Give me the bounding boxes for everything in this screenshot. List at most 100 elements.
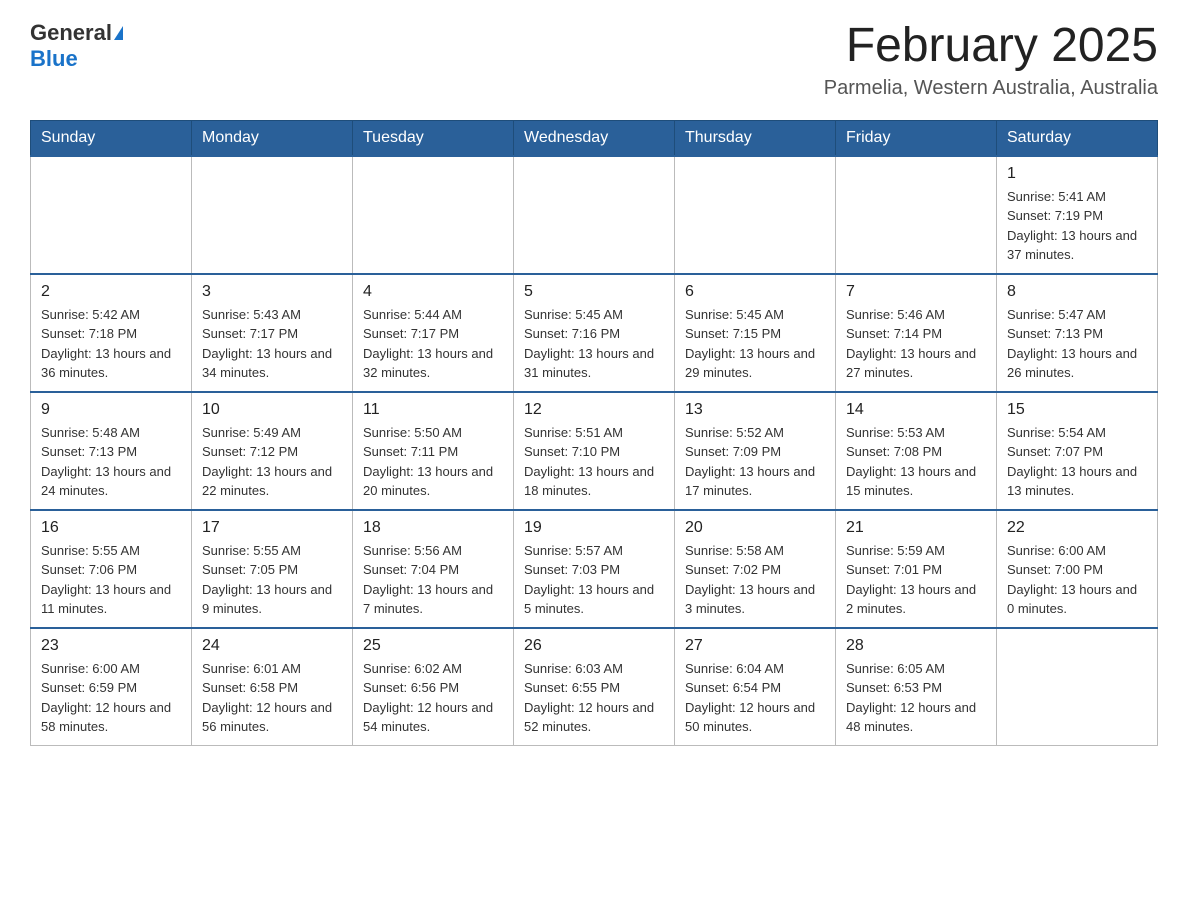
calendar-cell: 28 Sunrise: 6:05 AM Sunset: 6:53 PM Dayli…: [836, 628, 997, 746]
day-info: Sunrise: 5:59 AM Sunset: 7:01 PM Dayligh…: [846, 541, 986, 619]
day-info: Sunrise: 5:57 AM Sunset: 7:03 PM Dayligh…: [524, 541, 664, 619]
calendar-week-4: 16 Sunrise: 5:55 AM Sunset: 7:06 PM Dayli…: [31, 510, 1158, 628]
calendar-cell: 8 Sunrise: 5:47 AM Sunset: 7:13 PM Daylig…: [997, 274, 1158, 392]
calendar-cell: 26 Sunrise: 6:03 AM Sunset: 6:55 PM Dayli…: [514, 628, 675, 746]
calendar-cell: 12 Sunrise: 5:51 AM Sunset: 7:10 PM Dayli…: [514, 392, 675, 510]
day-info: Sunrise: 5:41 AM Sunset: 7:19 PM Dayligh…: [1007, 187, 1147, 265]
logo-triangle-icon: [114, 26, 123, 40]
day-number: 6: [685, 283, 825, 301]
day-info: Sunrise: 5:54 AM Sunset: 7:07 PM Dayligh…: [1007, 423, 1147, 501]
calendar-cell: 10Sunrise: 5:49 AM Sunset: 7:12 PM Dayli…: [192, 392, 353, 510]
day-number: 4: [363, 283, 503, 301]
day-info: Sunrise: 5:55 AM Sunset: 7:05 PM Dayligh…: [202, 541, 342, 619]
calendar-cell: 9 Sunrise: 5:48 AM Sunset: 7:13 PM Daylig…: [31, 392, 192, 510]
month-title: February 2025: [824, 20, 1158, 73]
logo-blue-text: Blue: [30, 46, 78, 72]
calendar-table: SundayMondayTuesdayWednesdayThursdayFrid…: [30, 120, 1158, 746]
day-number: 5: [524, 283, 664, 301]
day-number: 24: [202, 637, 342, 655]
calendar-week-2: 2 Sunrise: 5:42 AM Sunset: 7:18 PM Daylig…: [31, 274, 1158, 392]
calendar-cell: 27 Sunrise: 6:04 AM Sunset: 6:54 PM Dayli…: [675, 628, 836, 746]
calendar-cell: 2 Sunrise: 5:42 AM Sunset: 7:18 PM Daylig…: [31, 274, 192, 392]
calendar-cell: 6 Sunrise: 5:45 AM Sunset: 7:15 PM Daylig…: [675, 274, 836, 392]
day-number: 14: [846, 401, 986, 419]
day-info: Sunrise: 6:05 AM Sunset: 6:53 PM Dayligh…: [846, 659, 986, 737]
day-number: 22: [1007, 519, 1147, 537]
calendar-cell: 4 Sunrise: 5:44 AM Sunset: 7:17 PM Daylig…: [353, 274, 514, 392]
day-number: 21: [846, 519, 986, 537]
calendar-cell: [31, 156, 192, 274]
day-info: Sunrise: 5:53 AM Sunset: 7:08 PM Dayligh…: [846, 423, 986, 501]
day-number: 25: [363, 637, 503, 655]
day-info: Sunrise: 5:50 AM Sunset: 7:11 PM Dayligh…: [363, 423, 503, 501]
day-info: Sunrise: 5:52 AM Sunset: 7:09 PM Dayligh…: [685, 423, 825, 501]
day-number: 10: [202, 401, 342, 419]
calendar-cell: 16 Sunrise: 5:55 AM Sunset: 7:06 PM Dayli…: [31, 510, 192, 628]
day-number: 7: [846, 283, 986, 301]
day-number: 28: [846, 637, 986, 655]
day-number: 23: [41, 637, 181, 655]
day-info: Sunrise: 5:47 AM Sunset: 7:13 PM Dayligh…: [1007, 305, 1147, 383]
day-info: Sunrise: 5:48 AM Sunset: 7:13 PM Dayligh…: [41, 423, 181, 501]
calendar-cell: 3 Sunrise: 5:43 AM Sunset: 7:17 PM Daylig…: [192, 274, 353, 392]
day-number: 27: [685, 637, 825, 655]
day-info: Sunrise: 6:03 AM Sunset: 6:55 PM Dayligh…: [524, 659, 664, 737]
day-number: 19: [524, 519, 664, 537]
day-info: Sunrise: 5:55 AM Sunset: 7:06 PM Dayligh…: [41, 541, 181, 619]
day-info: Sunrise: 5:43 AM Sunset: 7:17 PM Dayligh…: [202, 305, 342, 383]
weekday-header-sunday: Sunday: [31, 120, 192, 156]
day-number: 13: [685, 401, 825, 419]
day-info: Sunrise: 5:58 AM Sunset: 7:02 PM Dayligh…: [685, 541, 825, 619]
calendar-cell: [675, 156, 836, 274]
calendar-cell: 20 Sunrise: 5:58 AM Sunset: 7:02 PM Dayli…: [675, 510, 836, 628]
calendar-cell: 1 Sunrise: 5:41 AM Sunset: 7:19 PM Daylig…: [997, 156, 1158, 274]
calendar-cell: 13 Sunrise: 5:52 AM Sunset: 7:09 PM Dayli…: [675, 392, 836, 510]
calendar-cell: 24 Sunrise: 6:01 AM Sunset: 6:58 PM Dayli…: [192, 628, 353, 746]
calendar-cell: 18 Sunrise: 5:56 AM Sunset: 7:04 PM Dayli…: [353, 510, 514, 628]
day-info: Sunrise: 5:44 AM Sunset: 7:17 PM Dayligh…: [363, 305, 503, 383]
day-number: 9: [41, 401, 181, 419]
calendar-week-1: 1 Sunrise: 5:41 AM Sunset: 7:19 PM Daylig…: [31, 156, 1158, 274]
day-number: 17: [202, 519, 342, 537]
day-number: 18: [363, 519, 503, 537]
weekday-header-thursday: Thursday: [675, 120, 836, 156]
calendar-cell: 21 Sunrise: 5:59 AM Sunset: 7:01 PM Dayli…: [836, 510, 997, 628]
day-number: 15: [1007, 401, 1147, 419]
day-info: Sunrise: 6:00 AM Sunset: 7:00 PM Dayligh…: [1007, 541, 1147, 619]
calendar-cell: 19 Sunrise: 5:57 AM Sunset: 7:03 PM Dayli…: [514, 510, 675, 628]
day-info: Sunrise: 6:01 AM Sunset: 6:58 PM Dayligh…: [202, 659, 342, 737]
day-number: 12: [524, 401, 664, 419]
day-number: 26: [524, 637, 664, 655]
calendar-header-row: SundayMondayTuesdayWednesdayThursdayFrid…: [31, 120, 1158, 156]
location-subtitle: Parmelia, Western Australia, Australia: [824, 77, 1158, 100]
page-header: General Blue February 2025 Parmelia, Wes…: [30, 20, 1158, 100]
day-info: Sunrise: 5:56 AM Sunset: 7:04 PM Dayligh…: [363, 541, 503, 619]
weekday-header-friday: Friday: [836, 120, 997, 156]
day-number: 1: [1007, 165, 1147, 183]
weekday-header-wednesday: Wednesday: [514, 120, 675, 156]
day-info: Sunrise: 6:04 AM Sunset: 6:54 PM Dayligh…: [685, 659, 825, 737]
day-number: 2: [41, 283, 181, 301]
day-number: 16: [41, 519, 181, 537]
calendar-cell: [997, 628, 1158, 746]
weekday-header-saturday: Saturday: [997, 120, 1158, 156]
calendar-week-5: 23 Sunrise: 6:00 AM Sunset: 6:59 PM Dayli…: [31, 628, 1158, 746]
day-info: Sunrise: 5:45 AM Sunset: 7:15 PM Dayligh…: [685, 305, 825, 383]
calendar-cell: [514, 156, 675, 274]
day-info: Sunrise: 6:02 AM Sunset: 6:56 PM Dayligh…: [363, 659, 503, 737]
calendar-cell: 22 Sunrise: 6:00 AM Sunset: 7:00 PM Dayli…: [997, 510, 1158, 628]
day-number: 3: [202, 283, 342, 301]
day-number: 11: [363, 401, 503, 419]
calendar-cell: 7Sunrise: 5:46 AM Sunset: 7:14 PM Daylig…: [836, 274, 997, 392]
calendar-cell: [192, 156, 353, 274]
day-info: Sunrise: 5:51 AM Sunset: 7:10 PM Dayligh…: [524, 423, 664, 501]
calendar-cell: 17 Sunrise: 5:55 AM Sunset: 7:05 PM Dayli…: [192, 510, 353, 628]
day-info: Sunrise: 5:42 AM Sunset: 7:18 PM Dayligh…: [41, 305, 181, 383]
calendar-week-3: 9 Sunrise: 5:48 AM Sunset: 7:13 PM Daylig…: [31, 392, 1158, 510]
day-info: Sunrise: 6:00 AM Sunset: 6:59 PM Dayligh…: [41, 659, 181, 737]
logo: General Blue: [30, 20, 123, 72]
calendar-cell: 11 Sunrise: 5:50 AM Sunset: 7:11 PM Dayli…: [353, 392, 514, 510]
day-number: 20: [685, 519, 825, 537]
weekday-header-tuesday: Tuesday: [353, 120, 514, 156]
day-number: 8: [1007, 283, 1147, 301]
